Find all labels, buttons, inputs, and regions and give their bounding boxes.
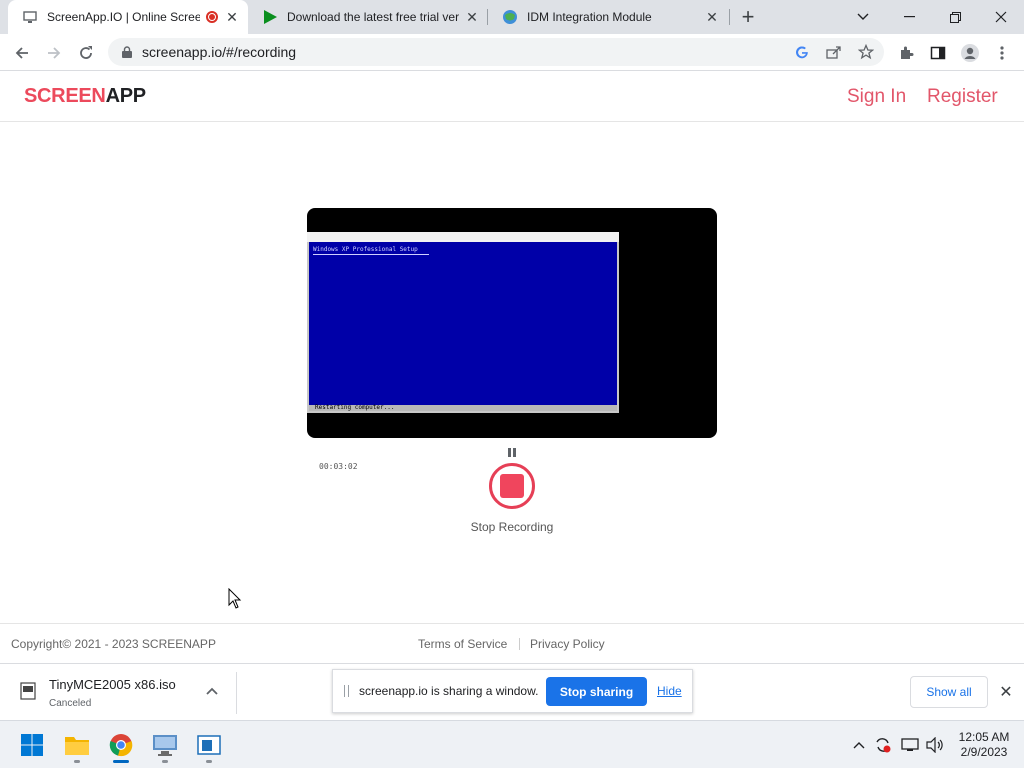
close-window-button[interactable] bbox=[978, 0, 1024, 34]
register-link[interactable]: Register bbox=[927, 86, 998, 108]
close-tab-icon[interactable]: ✕ bbox=[704, 9, 720, 25]
close-tab-icon[interactable]: ✕ bbox=[464, 9, 480, 25]
drag-handle-icon[interactable] bbox=[344, 685, 349, 697]
google-icon[interactable] bbox=[792, 42, 812, 62]
tab-separator bbox=[729, 9, 730, 25]
network-icon[interactable] bbox=[901, 736, 919, 754]
mouse-cursor-icon bbox=[228, 588, 242, 609]
captured-window: Windows XP Professional Setup Restarting… bbox=[307, 232, 619, 413]
tab-screenapp[interactable]: ScreenApp.IO | Online Scree ✕ bbox=[8, 0, 248, 34]
recording-timer: 00:03:02 bbox=[319, 462, 358, 471]
xp-status-bar: Restarting computer... bbox=[309, 405, 617, 411]
web-page: SCREENAPP Sign In Register Windows XP Pr… bbox=[0, 72, 1024, 663]
hide-link[interactable]: Hide bbox=[657, 684, 682, 698]
logo-part-app: APP bbox=[105, 85, 147, 107]
show-all-button[interactable]: Show all bbox=[910, 676, 988, 708]
xp-setup-title: Windows XP Professional Setup bbox=[313, 246, 429, 255]
download-shelf: TinyMCE2005 x86.iso Canceled screenapp.i… bbox=[0, 663, 1024, 720]
url-text: screenapp.io/#/recording bbox=[142, 44, 297, 60]
tab-download-trial[interactable]: Download the latest free trial ver ✕ bbox=[248, 0, 488, 34]
taskbar-clock[interactable]: 12:05 AM 2/9/2023 bbox=[948, 730, 1020, 760]
taskbar-indicator bbox=[162, 760, 168, 763]
recording-indicator-icon bbox=[206, 11, 218, 23]
windows-taskbar: 12:05 AM 2/9/2023 bbox=[0, 720, 1024, 768]
tab-title: Download the latest free trial ver bbox=[287, 10, 460, 24]
minimize-button[interactable] bbox=[886, 0, 932, 34]
back-button[interactable] bbox=[8, 39, 36, 67]
recording-preview: Windows XP Professional Setup Restarting… bbox=[307, 208, 717, 438]
footer-separator bbox=[519, 638, 520, 650]
vm-app-icon[interactable] bbox=[193, 729, 225, 761]
xp-setup-screen: Windows XP Professional Setup bbox=[309, 242, 617, 405]
extensions-puzzle-icon[interactable] bbox=[892, 39, 920, 67]
new-tab-button[interactable]: + bbox=[736, 4, 760, 29]
chrome-icon[interactable] bbox=[105, 729, 137, 761]
reload-button[interactable] bbox=[72, 39, 100, 67]
stop-square-icon bbox=[500, 474, 524, 498]
download-file-name[interactable]: TinyMCE2005 x86.iso bbox=[49, 677, 176, 692]
pause-icon[interactable] bbox=[508, 448, 516, 457]
screen-sharing-bar: screenapp.io is sharing a window. Stop s… bbox=[332, 669, 693, 713]
download-separator bbox=[236, 672, 237, 714]
tab-idm-integration[interactable]: IDM Integration Module ✕ bbox=[488, 0, 728, 34]
logo-part-screen: SCREEN bbox=[24, 85, 106, 107]
tab-search-chevron-icon[interactable] bbox=[840, 0, 886, 34]
chevron-up-icon[interactable] bbox=[204, 684, 220, 700]
sharing-status-text: screenapp.io is sharing a window. bbox=[359, 684, 539, 698]
profile-avatar-icon[interactable] bbox=[956, 39, 984, 67]
sign-in-link[interactable]: Sign In bbox=[847, 86, 906, 108]
site-header: SCREENAPP Sign In Register bbox=[0, 72, 1024, 122]
share-icon[interactable] bbox=[824, 42, 844, 62]
stop-recording-button[interactable] bbox=[489, 463, 535, 509]
copyright-text: Copyright© 2021 - 2023 SCREENAPP bbox=[11, 637, 216, 651]
lock-icon[interactable] bbox=[120, 46, 134, 58]
clock-date: 2/9/2023 bbox=[960, 745, 1008, 759]
browser-toolbar: screenapp.io/#/recording bbox=[0, 34, 1024, 71]
taskbar-indicator bbox=[206, 760, 212, 763]
screen: ScreenApp.IO | Online Scree ✕ Download t… bbox=[0, 0, 1024, 768]
volume-icon[interactable] bbox=[926, 736, 944, 754]
monitor-icon bbox=[22, 9, 38, 25]
tab-strip: ScreenApp.IO | Online Scree ✕ Download t… bbox=[0, 0, 1024, 34]
captured-window-titlebar bbox=[307, 232, 619, 242]
sync-recording-icon[interactable] bbox=[874, 736, 892, 754]
terms-of-service-link[interactable]: Terms of Service bbox=[418, 637, 507, 651]
file-explorer-icon[interactable] bbox=[61, 729, 93, 761]
taskbar-indicator bbox=[74, 760, 80, 763]
tab-title: IDM Integration Module bbox=[527, 10, 652, 24]
stop-sharing-button[interactable]: Stop sharing bbox=[546, 677, 647, 706]
close-tab-icon[interactable]: ✕ bbox=[224, 9, 240, 25]
taskbar-indicator-active bbox=[113, 760, 129, 763]
play-icon bbox=[262, 9, 278, 25]
show-hidden-icons-chevron-icon[interactable] bbox=[850, 736, 868, 754]
iso-file-icon bbox=[20, 682, 36, 700]
clock-time: 12:05 AM bbox=[958, 730, 1010, 744]
close-shelf-icon[interactable]: ✕ bbox=[996, 682, 1016, 702]
idm-globe-icon bbox=[502, 9, 518, 25]
screenapp-logo[interactable]: SCREENAPP bbox=[24, 85, 146, 108]
remote-desktop-icon[interactable] bbox=[149, 729, 181, 761]
menu-kebab-icon[interactable] bbox=[988, 39, 1016, 67]
restore-button[interactable] bbox=[932, 0, 978, 34]
privacy-policy-link[interactable]: Privacy Policy bbox=[530, 637, 605, 651]
bookmark-star-icon[interactable] bbox=[856, 42, 876, 62]
address-bar[interactable]: screenapp.io/#/recording bbox=[108, 38, 884, 66]
stop-recording-label: Stop Recording bbox=[470, 520, 554, 534]
site-footer: Copyright© 2021 - 2023 SCREENAPP Terms o… bbox=[0, 623, 1024, 663]
forward-button[interactable] bbox=[40, 39, 68, 67]
side-panel-icon[interactable] bbox=[924, 39, 952, 67]
windows-start-icon[interactable] bbox=[16, 729, 48, 761]
download-status: Canceled bbox=[49, 698, 92, 709]
tab-title: ScreenApp.IO | Online Scree bbox=[47, 10, 200, 24]
